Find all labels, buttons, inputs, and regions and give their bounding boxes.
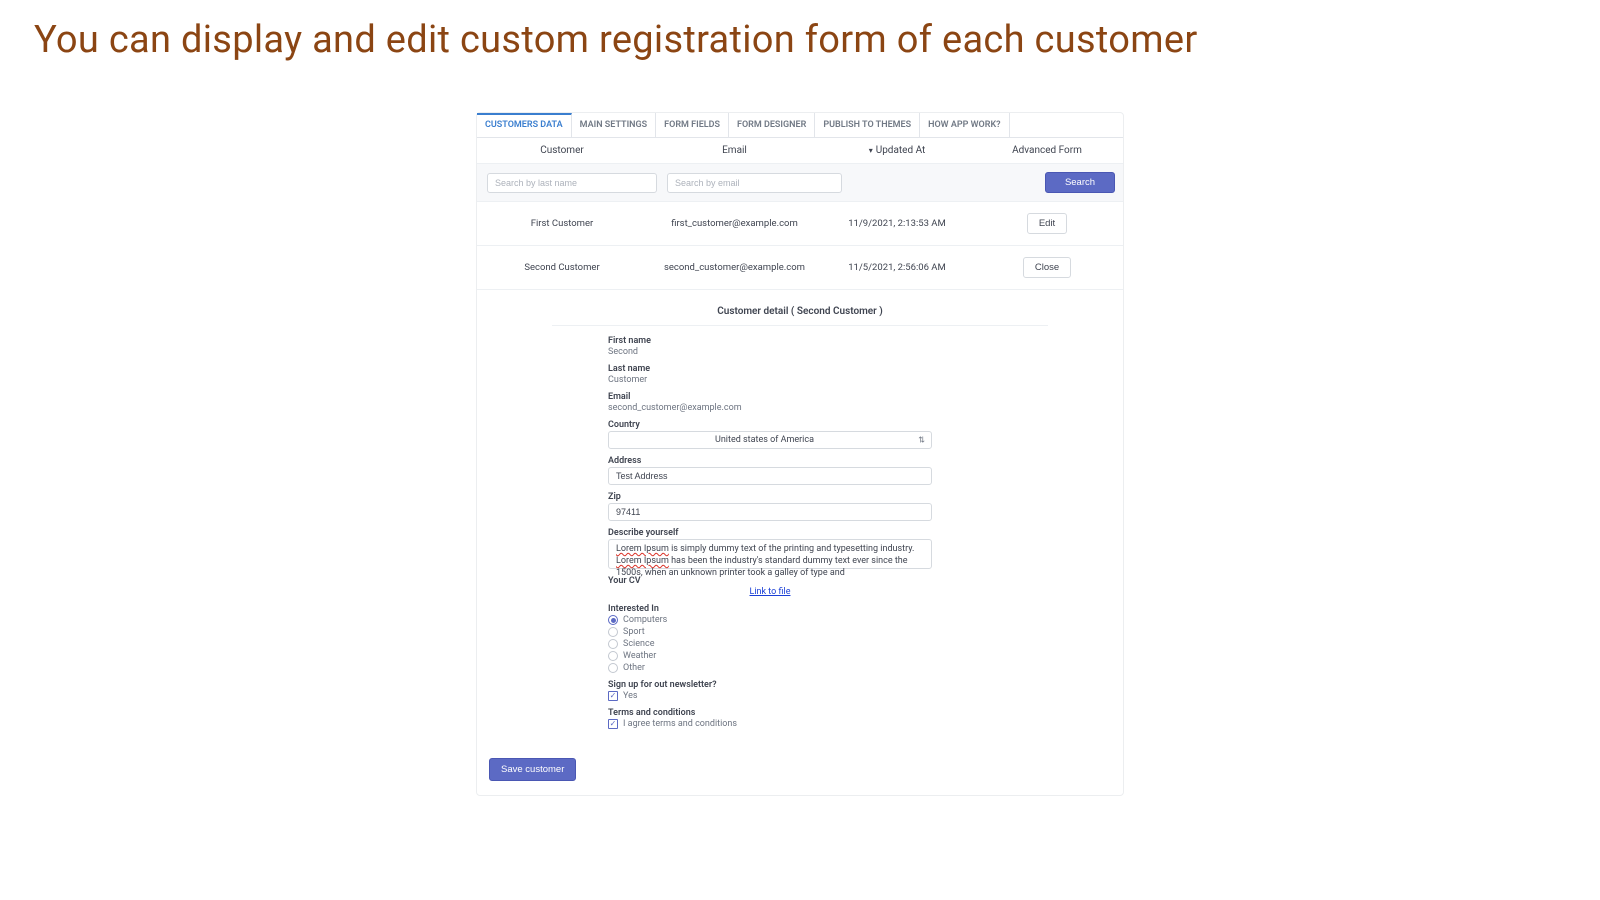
tabstrip: CUSTOMERS DATA MAIN SETTINGS FORM FIELDS… xyxy=(477,113,1123,138)
app-panel: CUSTOMERS DATA MAIN SETTINGS FORM FIELDS… xyxy=(476,112,1124,796)
radio-icon xyxy=(608,651,618,661)
save-row: Save customer xyxy=(477,750,1123,795)
country-label: Country xyxy=(608,420,932,430)
interested-label: Interested In xyxy=(608,604,932,614)
search-row: Search xyxy=(477,163,1123,202)
cv-file-link[interactable]: Link to file xyxy=(608,587,932,597)
row-customer-email: second_customer@example.com xyxy=(647,262,822,273)
first-name-label: First name xyxy=(608,336,932,346)
country-select[interactable]: United states of America ⇅ xyxy=(608,431,932,449)
interest-option[interactable]: Science xyxy=(608,639,932,649)
row-customer-updated: 11/9/2021, 2:13:53 AM xyxy=(822,218,972,229)
customer-detail: Customer detail ( Second Customer ) Firs… xyxy=(477,290,1123,750)
search-lastname-input[interactable] xyxy=(487,173,657,193)
row-customer-name: Second Customer xyxy=(477,262,647,273)
email-label: Email xyxy=(608,392,932,402)
detail-heading: Customer detail ( Second Customer ) xyxy=(552,300,1048,326)
tab-publish-to-themes[interactable]: PUBLISH TO THEMES xyxy=(815,113,920,137)
newsletter-checkbox[interactable]: Yes xyxy=(608,691,932,701)
address-input[interactable] xyxy=(608,467,932,485)
interest-option[interactable]: Other xyxy=(608,663,932,673)
sort-caret-icon: ▾ xyxy=(869,146,876,155)
col-customer[interactable]: Customer xyxy=(477,145,647,156)
first-name-value: Second xyxy=(608,347,932,357)
interest-option-label: Weather xyxy=(623,651,656,661)
radio-icon xyxy=(608,639,618,649)
page-title: You can display and edit custom registra… xyxy=(0,0,1600,112)
describe-label: Describe yourself xyxy=(608,528,932,538)
checkbox-icon xyxy=(608,691,618,701)
textarea-text: is simply dummy text of the printing and… xyxy=(669,544,915,554)
radio-icon xyxy=(608,627,618,637)
interest-option-label: Sport xyxy=(623,627,645,637)
address-label: Address xyxy=(608,456,932,466)
interest-option-label: Science xyxy=(623,639,654,649)
search-email-input[interactable] xyxy=(667,173,842,193)
tab-form-designer[interactable]: FORM DESIGNER xyxy=(729,113,815,137)
chevron-updown-icon: ⇅ xyxy=(918,436,925,445)
col-advanced: Advanced Form xyxy=(972,145,1122,156)
radio-icon xyxy=(608,663,618,673)
col-email[interactable]: Email xyxy=(647,145,822,156)
interest-option-label: Other xyxy=(623,663,645,673)
close-button[interactable]: Close xyxy=(1023,257,1071,278)
newsletter-option-label: Yes xyxy=(623,691,638,701)
textarea-text: Lorem Ipsum xyxy=(616,544,669,554)
interest-option-label: Computers xyxy=(623,615,667,625)
last-name-label: Last name xyxy=(608,364,932,374)
zip-input[interactable] xyxy=(608,503,932,521)
email-value: second_customer@example.com xyxy=(608,403,932,413)
interest-option[interactable]: Sport xyxy=(608,627,932,637)
terms-option-label: I agree terms and conditions xyxy=(623,719,737,729)
tab-customers-data[interactable]: CUSTOMERS DATA xyxy=(477,113,572,137)
tab-how-app-work[interactable]: HOW APP WORK? xyxy=(920,113,1009,137)
terms-label: Terms and conditions xyxy=(608,708,932,718)
tab-form-fields[interactable]: FORM FIELDS xyxy=(656,113,729,137)
table-row: First Customer first_customer@example.co… xyxy=(477,202,1123,246)
describe-textarea[interactable]: Lorem Ipsum is simply dummy text of the … xyxy=(608,539,932,569)
zip-label: Zip xyxy=(608,492,932,502)
interest-option[interactable]: Computers xyxy=(608,615,932,625)
interest-option[interactable]: Weather xyxy=(608,651,932,661)
textarea-text: Lorem Ipsum xyxy=(616,556,669,566)
row-customer-name: First Customer xyxy=(477,218,647,229)
row-customer-updated: 11/5/2021, 2:56:06 AM xyxy=(822,262,972,273)
table-row: Second Customer second_customer@example.… xyxy=(477,246,1123,290)
newsletter-label: Sign up for out newsletter? xyxy=(608,680,932,690)
detail-form: First name Second Last name Customer Ema… xyxy=(552,326,932,729)
edit-button[interactable]: Edit xyxy=(1027,213,1067,234)
search-button[interactable]: Search xyxy=(1045,172,1115,193)
col-updated[interactable]: ▾Updated At xyxy=(822,145,972,156)
terms-checkbox[interactable]: I agree terms and conditions xyxy=(608,719,932,729)
radio-icon xyxy=(608,615,618,625)
row-customer-email: first_customer@example.com xyxy=(647,218,822,229)
country-selected-value: United states of America xyxy=(715,435,814,445)
tab-main-settings[interactable]: MAIN SETTINGS xyxy=(572,113,657,137)
save-customer-button[interactable]: Save customer xyxy=(489,758,576,781)
col-updated-label: Updated At xyxy=(876,145,926,156)
table-header-row: Customer Email ▾Updated At Advanced Form xyxy=(477,138,1123,163)
last-name-value: Customer xyxy=(608,375,932,385)
checkbox-icon xyxy=(608,719,618,729)
